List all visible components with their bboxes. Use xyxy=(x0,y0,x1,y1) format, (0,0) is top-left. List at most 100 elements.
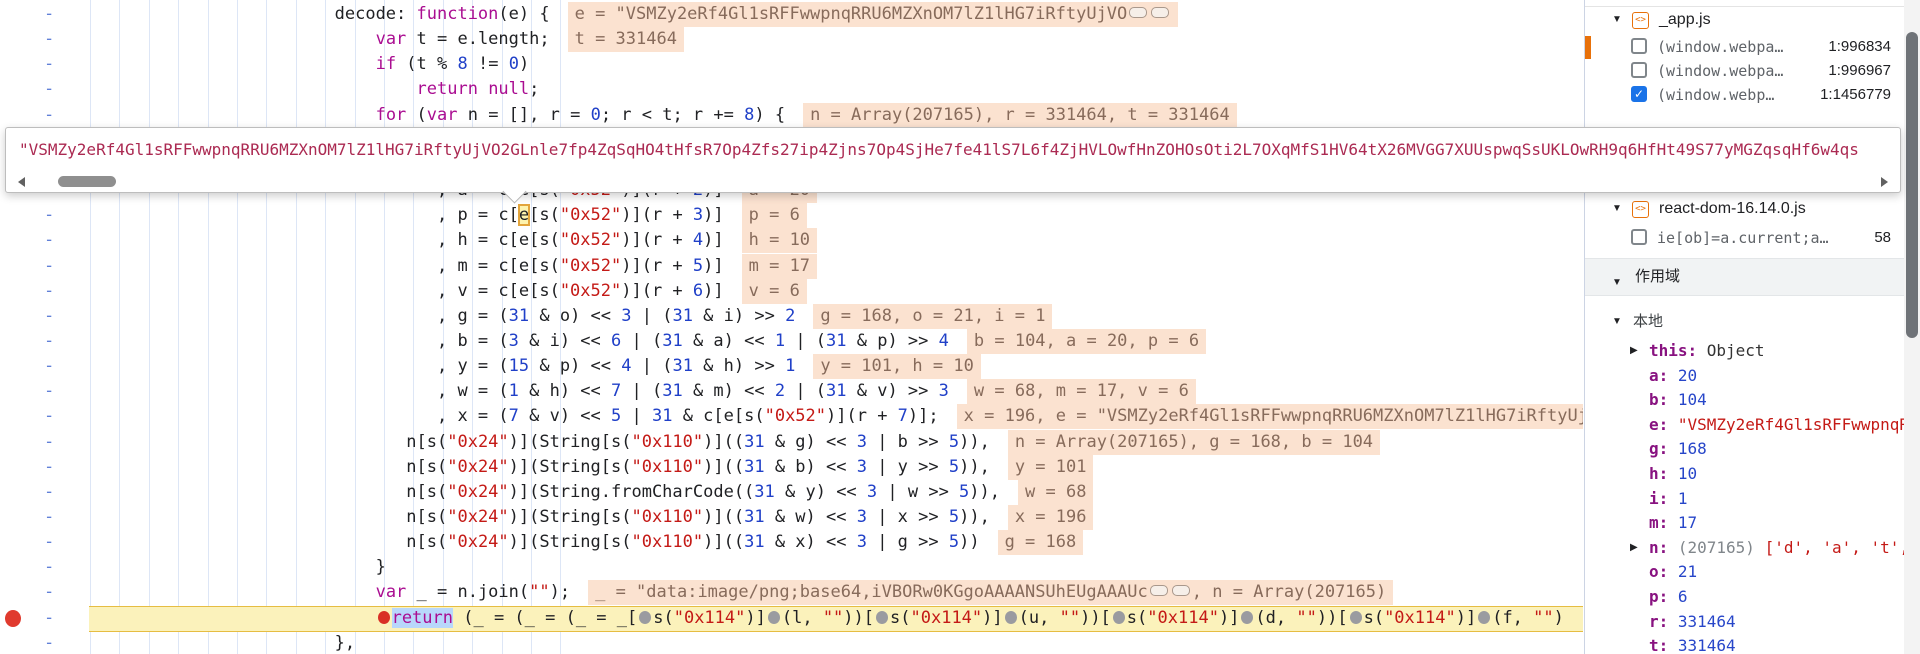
chevron-right-icon[interactable]: ▶ xyxy=(1630,339,1638,363)
source-code-editor[interactable]: - decode: function(e) {e = "VSMZy2eRf4Gl… xyxy=(0,0,1583,654)
code-line[interactable]: - , g = (31 & o) << 3 | (31 & i) >> 2g =… xyxy=(0,303,1583,330)
code-line[interactable]: - , v = c[e[s("0x52")](r + 6)] v = 6 xyxy=(0,278,1583,305)
gutter-breakpoint-icon[interactable] xyxy=(5,609,21,627)
code-line[interactable]: - var t = e.length; t = 331464 xyxy=(0,27,1583,53)
line-gutter[interactable]: - xyxy=(44,430,54,455)
line-gutter[interactable]: - xyxy=(44,505,54,530)
inline-breakpoint-candidate-icon[interactable] xyxy=(767,610,780,624)
scope-variable-row[interactable]: a: 20 xyxy=(1585,364,1905,388)
code-line[interactable]: - , h = c[e[s("0x52")](r + 4)] h = 10 xyxy=(0,228,1583,254)
line-gutter[interactable]: - xyxy=(44,329,54,354)
expand-string-pill-icon[interactable] xyxy=(1149,585,1168,597)
scope-local-group[interactable]: ▼ 本地 xyxy=(1585,310,1905,334)
code-line[interactable]: - decode: function(e) {e = "VSMZy2eRf4Gl… xyxy=(0,2,1583,28)
scope-variable-row[interactable]: p: 6 xyxy=(1585,585,1905,609)
code-line[interactable]: - , m = c[e[s("0x52")](r + 5)] m = 17 xyxy=(0,253,1583,280)
inline-breakpoint-candidate-icon[interactable] xyxy=(1349,610,1362,624)
line-gutter[interactable]: - xyxy=(44,77,54,102)
line-gutter[interactable]: - xyxy=(44,203,54,228)
scope-variable-row[interactable]: ▶ this: Object xyxy=(1585,339,1905,363)
line-gutter[interactable]: - xyxy=(44,480,54,505)
code-line[interactable]: - , w = (1 & h) << 7 | (31 & m) << 2 | (… xyxy=(0,379,1583,405)
breakpoint-entry[interactable]: ✓ (window.webp… 1:1456779 xyxy=(1585,83,1905,107)
line-gutter[interactable]: - xyxy=(44,2,54,27)
code-line[interactable]: - var _ = n.join(""); _ = "data:image/png… xyxy=(0,580,1583,606)
breakpoint-enabled-checkbox[interactable] xyxy=(1631,229,1647,245)
line-gutter[interactable]: - xyxy=(44,304,54,329)
line-gutter[interactable]: - xyxy=(44,228,54,253)
code-line[interactable]: - , y = (15 & p) << 4 | (31 & h) >> 1 y =… xyxy=(0,354,1583,380)
tooltip-horizontal-scrollbar[interactable] xyxy=(12,173,1894,189)
code-line[interactable]: - n[s("0x24")](String[s("0x110")]((31 & … xyxy=(0,454,1583,481)
paused-execution-line[interactable]: - return (_ = (_ = (_ = _[s("0x114")] (l,… xyxy=(0,605,1583,632)
scope-variable-row[interactable]: m: 17 xyxy=(1585,511,1905,535)
scroll-left-arrow-icon[interactable] xyxy=(18,177,25,187)
chevron-down-icon[interactable]: ▼ xyxy=(1612,265,1622,301)
line-gutter[interactable]: - xyxy=(44,27,54,52)
expand-string-pill-icon[interactable] xyxy=(1151,7,1170,18)
inline-breakpoint-candidate-icon[interactable] xyxy=(1004,610,1017,624)
line-gutter[interactable]: - xyxy=(44,455,54,480)
scope-variable-row[interactable]: i: 1 xyxy=(1585,487,1905,511)
expand-string-pill-icon[interactable] xyxy=(1129,7,1148,18)
code-line[interactable]: - n[s("0x24")](String[s("0x110")]((31 & … xyxy=(0,429,1583,456)
inline-breakpoint-candidate-icon[interactable] xyxy=(1112,610,1125,624)
inline-breakpoint-candidate-icon[interactable] xyxy=(1478,610,1491,624)
scope-variable-row[interactable]: g: 168 xyxy=(1585,437,1905,461)
line-gutter[interactable]: - xyxy=(44,606,54,631)
line-gutter[interactable]: - xyxy=(44,631,54,654)
code-line[interactable]: - }, xyxy=(0,631,1583,654)
code-line[interactable]: - n[s("0x24")](String.fromCharCode((31 &… xyxy=(0,479,1583,506)
line-gutter[interactable]: - xyxy=(44,279,54,304)
chevron-down-icon[interactable]: ▼ xyxy=(1612,8,1622,32)
scrollbar-thumb[interactable] xyxy=(58,176,116,187)
breakpoint-file-group[interactable]: ▼ <> _app.js xyxy=(1585,8,1905,32)
line-gutter[interactable]: - xyxy=(44,404,54,429)
scope-variable-row[interactable]: ▶ n: (207165) ['d', 'a', 't', xyxy=(1585,536,1905,560)
scope-section-header[interactable]: ▼ 作用域 xyxy=(1585,258,1905,296)
line-gutter[interactable]: - xyxy=(44,555,54,580)
line-gutter[interactable]: - xyxy=(44,379,54,404)
breakpoint-enabled-checkbox[interactable]: ✓ xyxy=(1631,86,1647,102)
code-line[interactable]: - , b = (3 & i) << 6 | (31 & a) << 1 | (… xyxy=(0,328,1583,355)
chevron-right-icon[interactable]: ▶ xyxy=(1630,536,1638,560)
chevron-down-icon[interactable]: ▼ xyxy=(1612,310,1622,334)
expand-string-pill-icon[interactable] xyxy=(1171,585,1190,597)
token: ); xyxy=(549,582,571,603)
scope-variable-row[interactable]: o: 21 xyxy=(1585,560,1905,584)
inline-breakpoint-active-icon[interactable] xyxy=(377,610,390,624)
breakpoint-enabled-checkbox[interactable] xyxy=(1631,62,1647,78)
code-line[interactable]: - } xyxy=(0,555,1583,581)
line-gutter[interactable]: - xyxy=(44,52,54,77)
inline-breakpoint-candidate-icon[interactable] xyxy=(1241,610,1254,624)
code-line[interactable]: - return null; xyxy=(0,77,1583,103)
scope-variable-row[interactable]: b: 104 xyxy=(1585,388,1905,412)
code-line[interactable]: - if (t % 8 != 0) xyxy=(0,52,1583,78)
scope-variable-row[interactable]: e: "VSMZy2eRf4Gl1sRFFwwpnqR xyxy=(1585,413,1905,437)
line-gutter[interactable]: - xyxy=(44,580,54,605)
scope-variable-row[interactable]: h: 10 xyxy=(1585,462,1905,486)
inline-breakpoint-candidate-icon[interactable] xyxy=(639,610,652,624)
line-gutter[interactable]: - xyxy=(44,254,54,279)
scroll-right-arrow-icon[interactable] xyxy=(1881,177,1888,187)
breakpoint-file-group[interactable]: ▼ <> react-dom-16.14.0.js xyxy=(1585,197,1905,221)
line-gutter[interactable]: - xyxy=(44,103,54,128)
line-gutter[interactable]: - xyxy=(44,530,54,555)
line-gutter[interactable]: - xyxy=(44,354,54,379)
code-line[interactable]: - , p = c[e[s("0x52")](r + 3)] p = 6 xyxy=(0,203,1583,229)
token: s( xyxy=(890,607,911,628)
scrollbar-thumb[interactable] xyxy=(1906,32,1918,338)
breakpoint-entry[interactable]: ie[ob]=a.current;a… 58 xyxy=(1585,226,1905,250)
breakpoint-enabled-checkbox[interactable] xyxy=(1631,38,1647,54)
code-line[interactable]: - n[s("0x24")](String[s("0x110")]((31 & … xyxy=(0,505,1583,531)
scope-variable-row[interactable]: t: 331464 xyxy=(1585,634,1905,654)
breakpoint-entry[interactable]: (window.webpa… 1:996967 xyxy=(1585,59,1905,83)
scope-variable-row[interactable]: r: 331464 xyxy=(1585,610,1905,634)
chevron-down-icon[interactable]: ▼ xyxy=(1612,197,1622,221)
breakpoint-entry[interactable]: (window.webpa… 1:996834 xyxy=(1585,35,1905,59)
sidebar-scrollbar[interactable] xyxy=(1904,0,1920,654)
code-line[interactable]: - for (var n = [], r = 0; r < t; r += 8)… xyxy=(0,102,1583,129)
code-line[interactable]: - , x = (7 & v) << 5 | 31 & c[e[s("0x52"… xyxy=(0,404,1583,430)
code-line[interactable]: - n[s("0x24")](String[s("0x110")]((31 & … xyxy=(0,530,1583,556)
inline-breakpoint-candidate-icon[interactable] xyxy=(876,610,889,624)
